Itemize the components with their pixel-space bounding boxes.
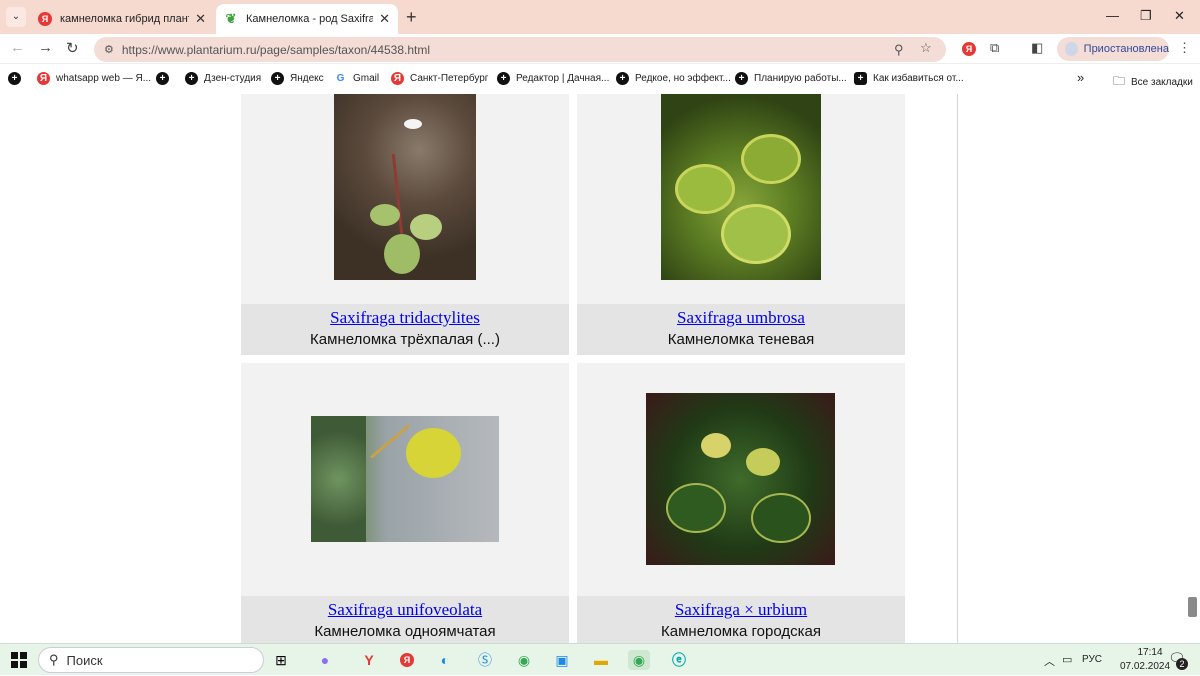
yandex-browser-icon[interactable]: Y: [358, 650, 380, 670]
menu-icon[interactable]: ⋮: [1178, 40, 1191, 56]
app-e-icon[interactable]: ⓔ: [668, 650, 690, 670]
taxon-link[interactable]: Saxifraga umbrosa: [577, 308, 905, 328]
notification-count: 2: [1176, 658, 1188, 670]
plus-icon: +: [735, 72, 748, 85]
leaf-icon: ❦: [225, 11, 237, 26]
language-indicator[interactable]: РУС: [1082, 654, 1102, 665]
skype-icon[interactable]: Ⓢ: [474, 650, 496, 670]
yandex-extension-icon[interactable]: Я: [962, 40, 976, 56]
folder-icon[interactable]: ▬: [590, 650, 612, 670]
restore-icon[interactable]: ❐: [1140, 8, 1152, 24]
plus-icon: +: [497, 72, 510, 85]
taxon-card[interactable]: Saxifraga umbrosa Камнеломка теневая: [577, 94, 905, 355]
plus-icon: +: [185, 72, 198, 85]
extensions-icon[interactable]: ⧉: [990, 40, 999, 56]
plant-photo[interactable]: [661, 94, 821, 280]
tab-strip: ⌄ Я камнеломка гибрид плантари ✕ ❦ Камне…: [0, 0, 1200, 34]
plus-icon: +: [854, 72, 867, 85]
taxon-card[interactable]: Saxifraga tridactylites Камнеломка трёхп…: [241, 94, 569, 355]
windows-start-icon[interactable]: [8, 650, 30, 670]
page-content: Saxifraga tridactylites Камнеломка трёхп…: [0, 94, 1200, 643]
bookmark-dzen[interactable]: + Дзен-студия: [185, 72, 261, 85]
windows-taskbar: ⚲ Поиск ⊞ ● Y Я ◐ Ⓢ ◉ ▣ ▬ ◉ ⓔ ︿ ▭ РУС 17…: [0, 643, 1200, 675]
bookmark-planiruyu[interactable]: + Планирую работы...: [735, 72, 847, 85]
card-caption: Saxifraga unifoveolata Камнеломка одноям…: [241, 596, 569, 643]
bookmark-redaktor[interactable]: + Редактор | Дачная...: [497, 72, 609, 85]
tab-saxifraga[interactable]: ❦ Камнеломка - род Saxifraga - П ✕: [216, 4, 398, 34]
bookmark-redkoe[interactable]: + Редкое, но эффект...: [616, 72, 731, 85]
chrome-active-icon[interactable]: ◉: [628, 650, 650, 670]
bookmark-add-icon[interactable]: +: [8, 72, 27, 85]
taxon-link[interactable]: Saxifraga tridactylites: [241, 308, 569, 328]
folder-icon: 🗀: [1113, 74, 1126, 88]
address-bar[interactable]: ⚙ https://www.plantarium.ru/page/samples…: [94, 37, 946, 62]
bookmarks-bar: + Яwhatsapp web — Я... + + Дзен-студия + Я…: [0, 64, 1200, 94]
russian-name: Камнеломка трёхпалая (...): [310, 331, 500, 348]
chrome-icon[interactable]: ◉: [513, 650, 535, 670]
avatar: [1065, 42, 1078, 56]
zoom-icon[interactable]: ⚲: [894, 42, 904, 58]
close-icon[interactable]: ✕: [195, 11, 206, 27]
taskbar-search[interactable]: ⚲ Поиск: [38, 647, 264, 673]
edge-icon[interactable]: ◐: [434, 650, 456, 670]
url-text: https://www.plantarium.ru/page/samples/t…: [121, 42, 431, 57]
forward-icon[interactable]: →: [38, 39, 53, 56]
taxon-link[interactable]: Saxifraga unifoveolata: [241, 600, 569, 620]
browser-toolbar: ← → ↻ ⚙ https://www.plantarium.ru/page/s…: [0, 34, 1200, 64]
alice-icon[interactable]: ●: [314, 650, 336, 670]
yandex-icon: Я: [37, 72, 50, 85]
tab-search-button[interactable]: ⌄: [6, 7, 26, 27]
russian-name: Камнеломка теневая: [667, 331, 815, 348]
plus-icon: +: [156, 72, 169, 85]
bookmark-kak[interactable]: + Как избавиться от...: [854, 72, 964, 85]
tab-title: камнеломка гибрид плантари: [60, 13, 189, 25]
close-icon[interactable]: ✕: [379, 11, 390, 27]
plant-photo[interactable]: [311, 416, 499, 542]
bookmark-whatsapp[interactable]: Яwhatsapp web — Я...: [37, 72, 151, 85]
taxon-link[interactable]: Saxifraga × urbium: [577, 600, 905, 620]
tab-camnelomka-search[interactable]: Я камнеломка гибрид плантари ✕: [30, 4, 214, 34]
profile-button[interactable]: Приостановлена: [1057, 37, 1169, 61]
card-caption: Saxifraga × urbium Камнеломка городская: [577, 596, 905, 643]
taxon-card[interactable]: Saxifraga unifoveolata Камнеломка одноям…: [241, 363, 569, 643]
plant-photo[interactable]: [334, 94, 476, 280]
all-bookmarks[interactable]: 🗀 Все закладки: [1113, 72, 1193, 93]
card-caption: Saxifraga umbrosa Камнеломка теневая: [577, 304, 905, 355]
profile-label: Приостановлена: [1083, 43, 1169, 55]
yandex-icon: Я: [391, 72, 404, 85]
column-divider: [957, 94, 958, 643]
card-caption: Saxifraga tridactylites Камнеломка трёхп…: [241, 304, 569, 355]
bookmark-yandex[interactable]: + Яндекс: [271, 72, 324, 85]
plus-icon: +: [616, 72, 629, 85]
chevron-up-icon[interactable]: ︿: [1044, 653, 1055, 669]
back-icon[interactable]: ←: [10, 39, 25, 56]
plant-photo[interactable]: [646, 393, 835, 565]
task-view-icon[interactable]: ⊞: [270, 650, 292, 670]
search-icon: ⚲: [49, 652, 59, 667]
close-window-icon[interactable]: ✕: [1174, 8, 1185, 24]
taxon-card[interactable]: Saxifraga × urbium Камнеломка городская: [577, 363, 905, 643]
scrollbar-thumb[interactable]: [1188, 597, 1197, 617]
google-icon: G: [336, 73, 345, 84]
minimize-icon[interactable]: —: [1106, 8, 1119, 23]
star-icon[interactable]: ☆: [920, 40, 932, 56]
reload-icon[interactable]: ↻: [66, 39, 79, 57]
bookmarks-overflow-icon[interactable]: »: [1077, 70, 1084, 85]
russian-name: Камнеломка одноямчатая: [314, 623, 496, 640]
plus-icon: +: [271, 72, 284, 85]
yandex-app-icon[interactable]: Я: [396, 650, 418, 670]
side-panel-icon[interactable]: ◧: [1031, 40, 1043, 56]
plus-icon: +: [8, 72, 21, 85]
network-icon[interactable]: ▭: [1062, 653, 1072, 666]
site-info-icon[interactable]: ⚙: [104, 43, 114, 56]
russian-name: Камнеломка городская: [661, 623, 821, 640]
yandex-icon: Я: [38, 12, 52, 26]
bookmark-spb[interactable]: Я Санкт-Петербург: [391, 72, 488, 85]
meet-icon[interactable]: ▣: [551, 650, 573, 670]
new-tab-button[interactable]: +: [406, 7, 417, 28]
tab-title: Камнеломка - род Saxifraga - П: [246, 13, 374, 25]
bookmark-plus[interactable]: +: [156, 72, 175, 85]
bookmark-gmail[interactable]: G Gmail: [334, 72, 380, 85]
